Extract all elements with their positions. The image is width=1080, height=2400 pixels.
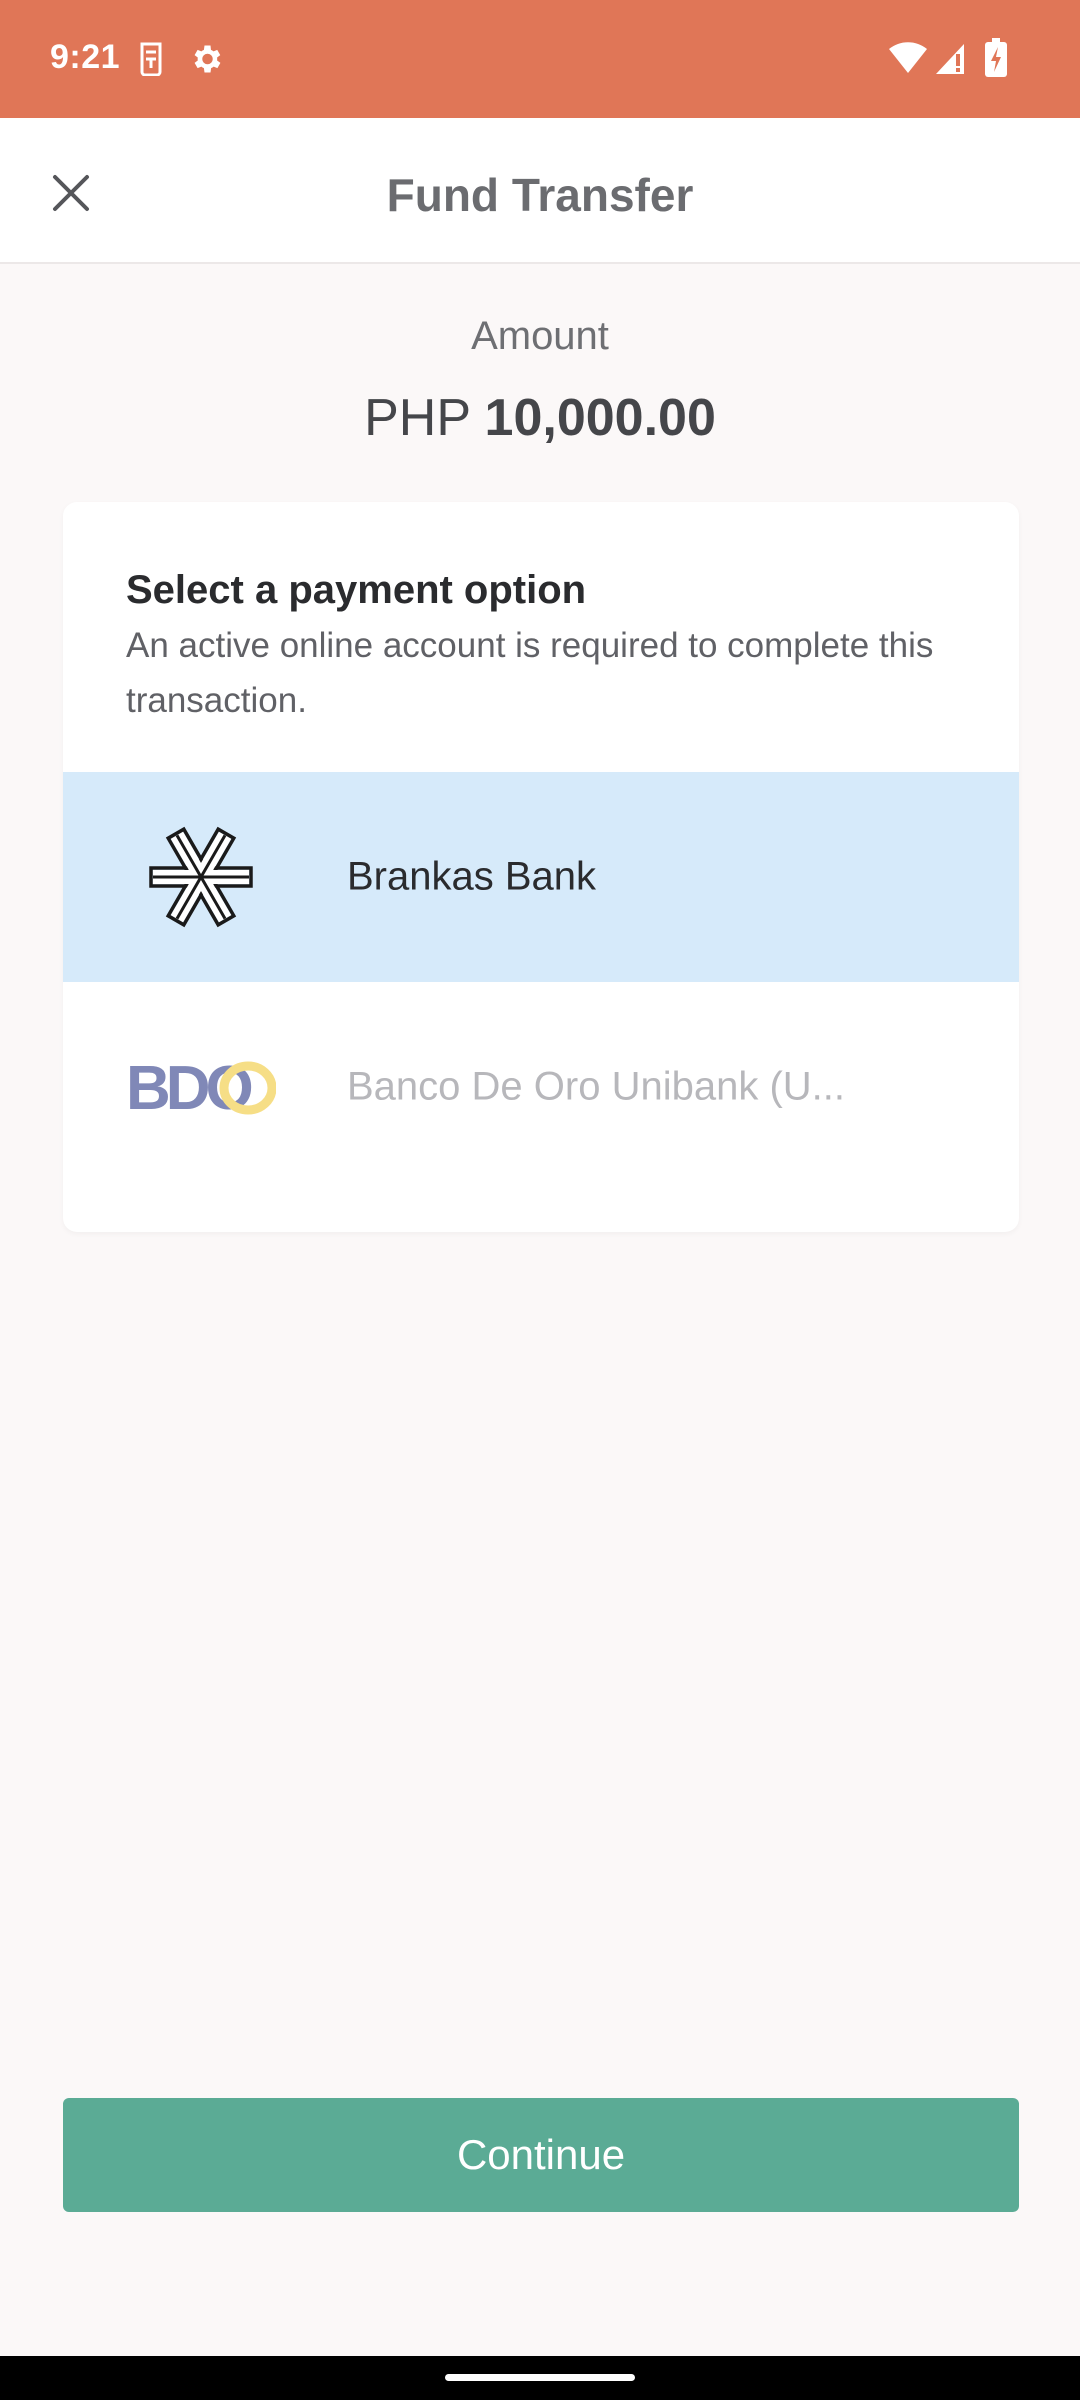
gear-icon [194, 45, 221, 73]
payment-option-label: Banco De Oro Unibank (U... [347, 1064, 845, 1109]
amount-value: PHP 10,000.00 [0, 388, 1080, 448]
brankas-logo-icon [126, 822, 276, 932]
wifi-icon [889, 42, 927, 73]
battery-charging-icon [985, 38, 1007, 77]
home-handle[interactable] [445, 2374, 635, 2381]
payment-option-heading: Select a payment option [126, 568, 587, 612]
bdo-logo-icon: BDO [126, 1032, 276, 1142]
app-bar: Fund Transfer [0, 118, 1080, 264]
amount-label: Amount [471, 314, 609, 358]
payment-option-bdo[interactable]: BDO Banco De Oro Unibank (U... [63, 982, 1019, 1192]
page-title: Fund Transfer [386, 169, 694, 221]
status-bar: 9:21 [0, 0, 1080, 118]
payment-option-card: Select a payment option An active online… [63, 502, 1019, 1232]
continue-button[interactable]: Continue [63, 2098, 1019, 2212]
amount-currency: PHP [364, 389, 471, 447]
payment-option-subtext: An active online account is required to … [126, 626, 934, 720]
signal-icon [936, 44, 964, 74]
payment-option-brankas[interactable]: Brankas Bank [63, 772, 1019, 982]
amount-number: 10,000.00 [484, 389, 716, 447]
navigation-bar [0, 2356, 1080, 2400]
status-time: 9:21 [50, 38, 121, 76]
payment-option-label: Brankas Bank [347, 854, 597, 899]
sim-card-icon [140, 42, 162, 76]
